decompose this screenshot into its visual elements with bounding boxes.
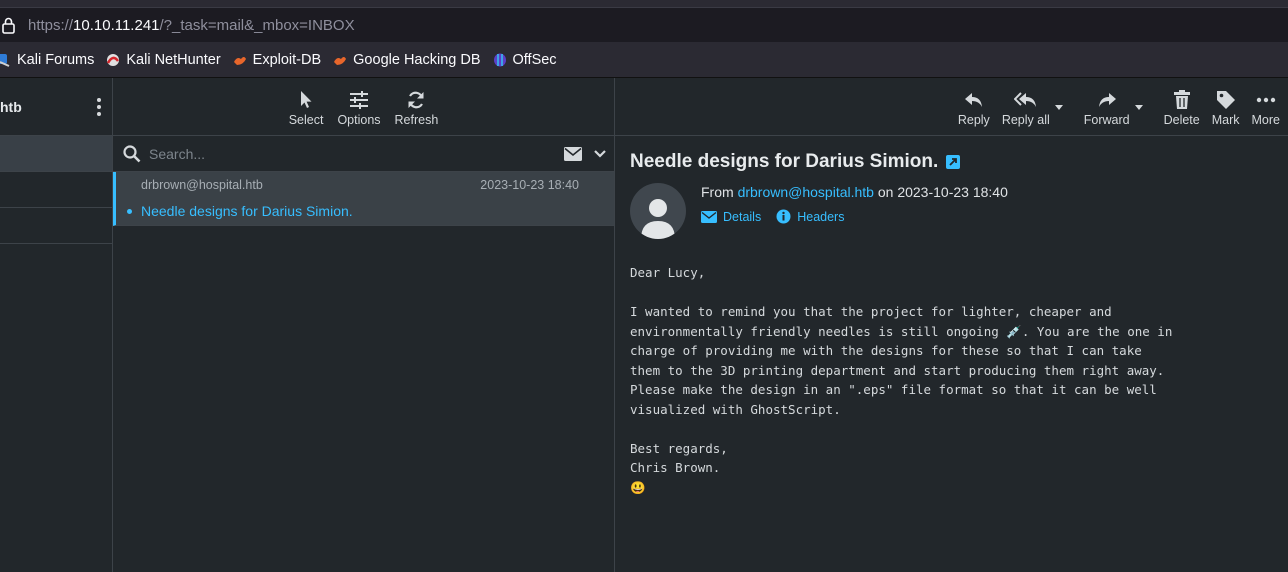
lock-icon	[2, 17, 15, 34]
refresh-icon	[408, 91, 424, 109]
reply-all-button[interactable]: Reply all	[996, 90, 1063, 127]
cursor-icon	[301, 91, 312, 108]
sender-block: From drbrown@hospital.htb on 2023-10-23 …	[630, 183, 1288, 239]
message-title-text: Needle designs for Darius Simion.	[630, 151, 939, 172]
more-button[interactable]: More	[1246, 90, 1286, 127]
message-toolbar: Reply Reply all Forward Delete Mark More	[615, 78, 1288, 136]
url-text: https://10.10.11.241/?_task=mail&_mbox=I…	[28, 17, 355, 34]
person-icon	[641, 199, 675, 239]
exploitdb-icon	[233, 53, 247, 67]
forward-dropdown-icon[interactable]	[1134, 105, 1143, 110]
mark-button[interactable]: Mark	[1206, 90, 1246, 127]
url-host: 10.10.11.241	[73, 16, 160, 34]
browser-top-strip	[0, 0, 1288, 8]
options-label: Options	[337, 113, 381, 127]
select-label: Select	[288, 113, 324, 127]
reply-button[interactable]: Reply	[952, 90, 996, 127]
reply-all-label: Reply all	[1001, 113, 1050, 127]
sliders-icon	[349, 91, 368, 109]
bookmark-exploit-db[interactable]: Exploit-DB	[233, 51, 322, 68]
reply-all-dropdown-icon[interactable]	[1054, 105, 1063, 110]
sidebar-item-inbox[interactable]	[0, 136, 112, 172]
bookmark-label: Kali NetHunter	[126, 51, 221, 68]
list-toolbar: Select Options Refresh	[113, 78, 614, 136]
bookmark-kali-nethunter[interactable]: Kali NetHunter	[106, 51, 221, 68]
message-list-panel: Select Options Refresh drbrown@hospital.…	[113, 78, 615, 572]
message-subject: Needle designs for Darius Simion.	[141, 203, 353, 219]
message-list-item[interactable]: drbrown@hospital.htb 2023-10-23 18:40 Ne…	[113, 172, 614, 226]
sender-info: From drbrown@hospital.htb on 2023-10-23 …	[701, 184, 1008, 239]
search-bar	[113, 136, 614, 172]
sender-link[interactable]: drbrown@hospital.htb	[738, 184, 874, 200]
message-title: Needle designs for Darius Simion.	[630, 151, 1288, 173]
message-sender: drbrown@hospital.htb	[141, 178, 263, 192]
search-icon	[123, 144, 141, 162]
headers-link[interactable]: Headers	[776, 209, 844, 224]
sidebar-item[interactable]	[0, 172, 112, 208]
search-input[interactable]	[149, 145, 564, 162]
mark-label: Mark	[1211, 113, 1240, 127]
sidebar-menu-icon[interactable]	[92, 97, 106, 116]
envelope-icon[interactable]	[564, 146, 582, 161]
tag-icon	[1216, 91, 1235, 109]
bookmarks-toolbar: Kali Forums Kali NetHunter Exploit-DB Go…	[0, 42, 1288, 78]
address-bar[interactable]: https://10.10.11.241/?_task=mail&_mbox=I…	[0, 8, 1288, 42]
forward-button[interactable]: Forward	[1078, 90, 1143, 127]
message-header: Needle designs for Darius Simion. From d…	[615, 136, 1288, 239]
bookmark-label: Google Hacking DB	[353, 51, 481, 68]
trash-icon	[1173, 90, 1190, 109]
roundcube-app: htb Select Options Refresh Search... drb…	[0, 78, 1288, 572]
from-line: From drbrown@hospital.htb on 2023-10-23 …	[701, 184, 1008, 200]
reply-all-icon	[1013, 92, 1036, 107]
sidebar-header: htb	[0, 78, 112, 136]
refresh-button[interactable]: Refresh	[388, 90, 446, 127]
open-external-icon[interactable]	[946, 155, 961, 169]
avatar	[630, 183, 686, 239]
chevron-down-icon[interactable]	[594, 149, 606, 158]
url-prefix: https://	[28, 16, 74, 34]
details-link[interactable]: Details	[701, 209, 761, 224]
more-icon	[1256, 97, 1275, 103]
bookmark-kali-forums[interactable]: Kali Forums	[0, 52, 94, 68]
ghdb-icon	[333, 53, 347, 67]
forward-label: Forward	[1083, 113, 1130, 127]
header-links: Details Headers	[701, 209, 1008, 224]
unread-dot-icon	[127, 209, 132, 214]
account-label: htb	[0, 98, 22, 115]
url-path: /?_task=mail&_mbox=INBOX	[159, 16, 355, 34]
select-button[interactable]: Select	[282, 90, 331, 127]
bookmark-google-hacking-db[interactable]: Google Hacking DB	[333, 51, 481, 68]
bookmark-offsec[interactable]: OffSec	[493, 52, 557, 68]
nethunter-icon	[106, 53, 120, 67]
message-view-panel: Reply Reply all Forward Delete Mark More…	[615, 78, 1288, 572]
forward-icon	[1098, 93, 1116, 107]
bookmark-label: Kali Forums	[17, 51, 95, 68]
offsec-icon	[493, 53, 507, 67]
sent-date: on 2023-10-23 18:40	[873, 184, 1008, 200]
envelope-icon	[701, 210, 717, 223]
delete-label: Delete	[1163, 113, 1200, 127]
reply-icon	[964, 93, 982, 107]
headers-label: Headers	[797, 209, 845, 224]
folder-sidebar: htb	[0, 78, 113, 572]
refresh-label: Refresh	[394, 113, 439, 127]
from-prefix: From	[701, 184, 738, 200]
reply-label: Reply	[957, 113, 990, 127]
message-body: Dear Lucy, I wanted to remind you that t…	[630, 265, 1173, 495]
delete-button[interactable]: Delete	[1158, 90, 1206, 127]
details-label: Details	[723, 209, 762, 224]
info-icon	[776, 209, 791, 224]
message-date: 2023-10-23 18:40	[480, 178, 579, 192]
kali-forums-icon	[0, 53, 11, 67]
more-label: More	[1251, 113, 1280, 127]
bookmark-label: Exploit-DB	[252, 51, 322, 68]
bookmark-label: OffSec	[512, 51, 557, 68]
options-button[interactable]: Options	[330, 90, 387, 127]
sidebar-item[interactable]	[0, 208, 112, 244]
